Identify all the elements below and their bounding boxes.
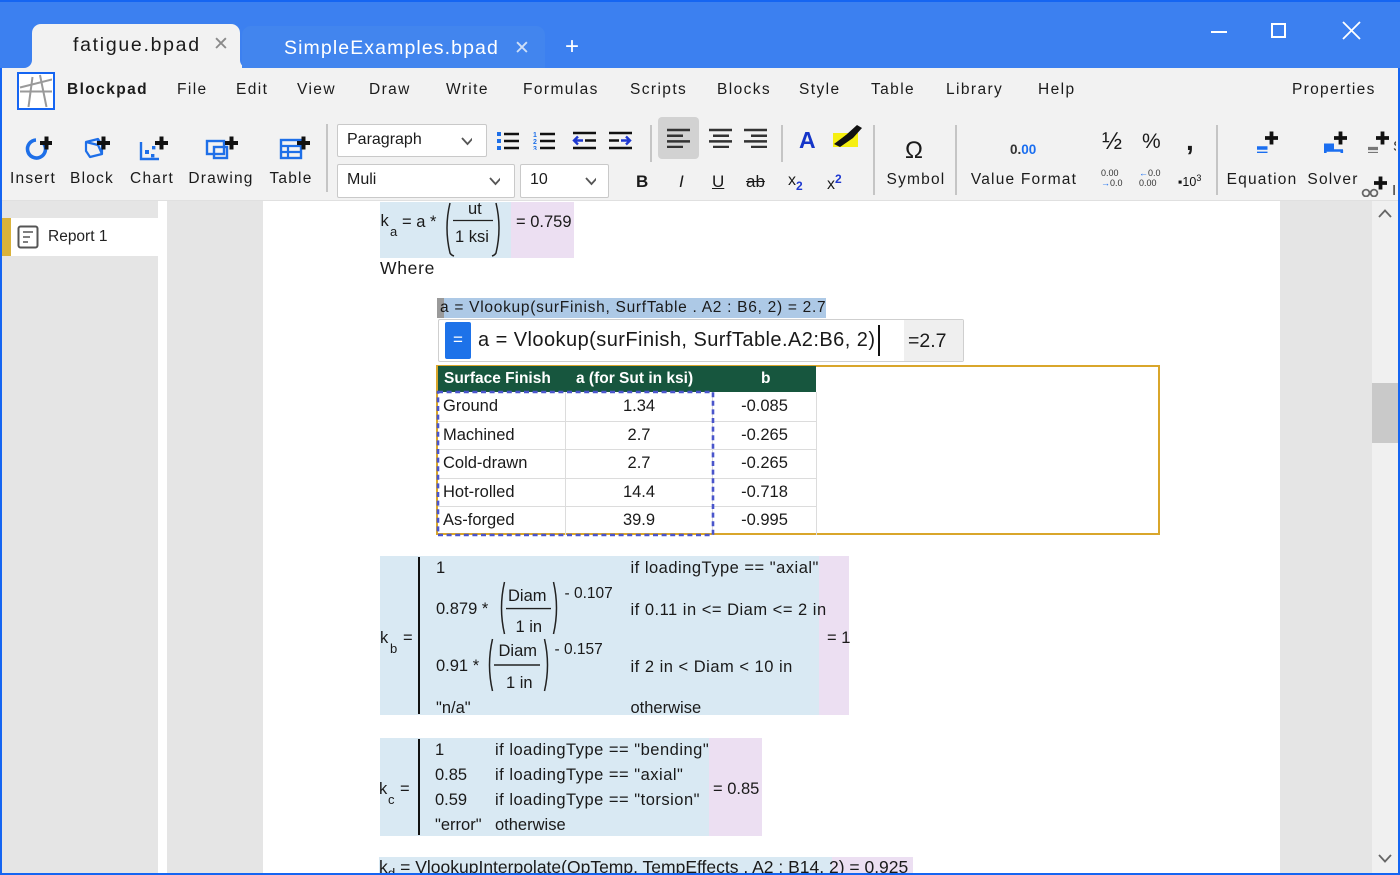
svg-text:1: 1 xyxy=(533,132,537,139)
svg-text:3: 3 xyxy=(533,146,537,150)
svg-text:2: 2 xyxy=(533,139,537,146)
svg-text:I: I xyxy=(1392,182,1396,197)
svg-text:S: S xyxy=(1393,138,1396,153)
